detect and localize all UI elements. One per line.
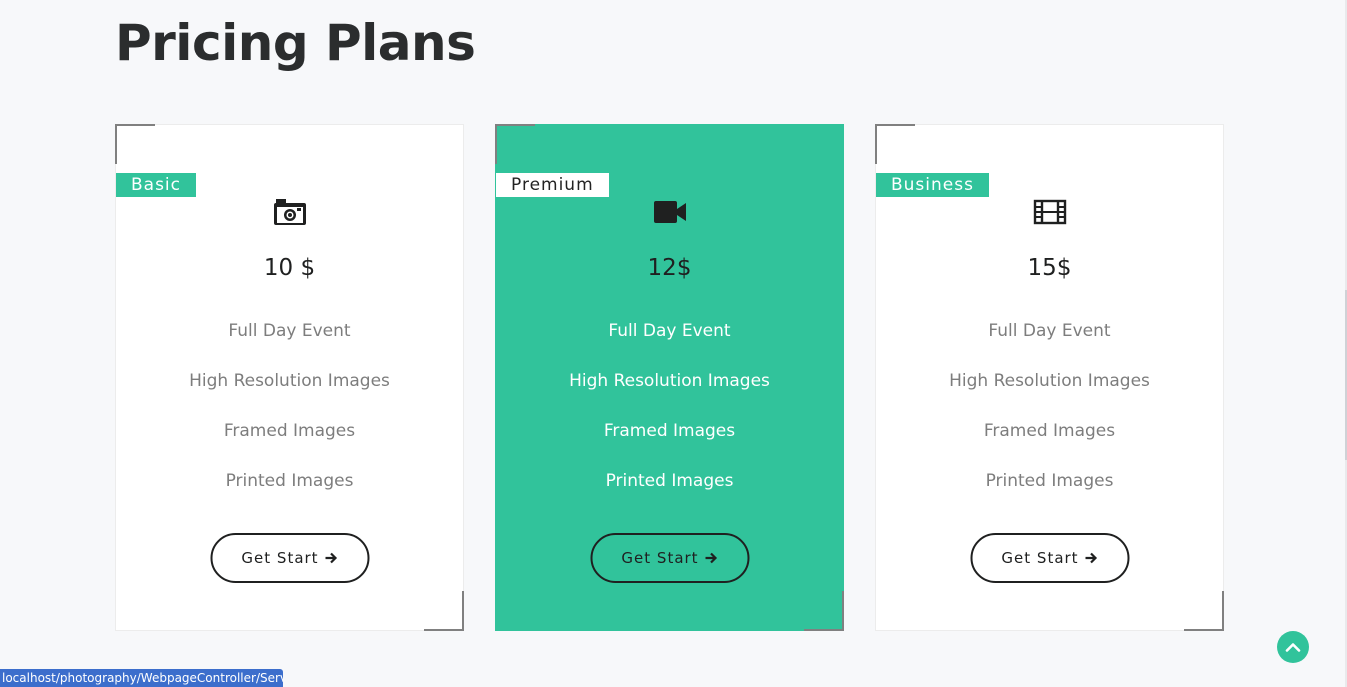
plan-price: 12$ (647, 255, 692, 281)
feature-item: Framed Images (983, 421, 1116, 441)
get-start-label: Get Start (1001, 549, 1079, 567)
corner-decoration-top-left (495, 124, 535, 164)
feature-item: Full Day Event (988, 321, 1111, 341)
corner-decoration-bottom-right (804, 591, 844, 631)
pricing-card-business: Business 15$ Full Day Event High Resolut… (875, 124, 1224, 631)
video-camera-icon (653, 201, 686, 223)
chevron-up-icon (1285, 643, 1301, 652)
plan-price: 15$ (1027, 255, 1072, 281)
feature-list: Full Day Event High Resolution Images Fr… (496, 321, 843, 521)
tier-badge: Premium (496, 173, 609, 197)
feature-item: Printed Images (225, 471, 354, 491)
feature-item: Framed Images (223, 421, 356, 441)
arrow-right-icon (1085, 552, 1098, 564)
pricing-card-basic: Basic 10 $ Full Day Event High Resolutio… (115, 124, 464, 631)
get-start-button[interactable]: Get Start (210, 533, 369, 583)
pricing-card-premium: Premium 12$ Full Day Event High Resoluti… (495, 124, 844, 631)
feature-item: Full Day Event (608, 321, 731, 341)
get-start-button[interactable]: Get Start (970, 533, 1129, 583)
arrow-right-icon (705, 552, 718, 564)
corner-decoration-top-left (115, 124, 155, 164)
page-title: Pricing Plans (115, 14, 476, 72)
film-icon (1033, 199, 1066, 225)
feature-list: Full Day Event High Resolution Images Fr… (876, 321, 1223, 521)
feature-item: Printed Images (605, 471, 734, 491)
feature-item: Full Day Event (228, 321, 351, 341)
arrow-right-icon (325, 552, 338, 564)
scroll-to-top-button[interactable] (1277, 631, 1309, 663)
corner-decoration-bottom-right (424, 591, 464, 631)
get-start-button[interactable]: Get Start (590, 533, 749, 583)
feature-item: Printed Images (985, 471, 1114, 491)
feature-list: Full Day Event High Resolution Images Fr… (116, 321, 463, 521)
feature-item: High Resolution Images (569, 371, 770, 391)
feature-item: High Resolution Images (949, 371, 1150, 391)
plan-price: 10 $ (263, 255, 316, 281)
corner-decoration-bottom-right (1184, 591, 1224, 631)
camera-icon (273, 199, 306, 225)
feature-item: High Resolution Images (189, 371, 390, 391)
get-start-label: Get Start (621, 549, 699, 567)
browser-status-bar: localhost/photography/WebpageController/… (0, 669, 283, 687)
tier-badge: Basic (116, 173, 197, 197)
tier-badge: Business (876, 173, 989, 197)
feature-item: Framed Images (603, 421, 736, 441)
corner-decoration-top-left (875, 124, 915, 164)
get-start-label: Get Start (241, 549, 319, 567)
